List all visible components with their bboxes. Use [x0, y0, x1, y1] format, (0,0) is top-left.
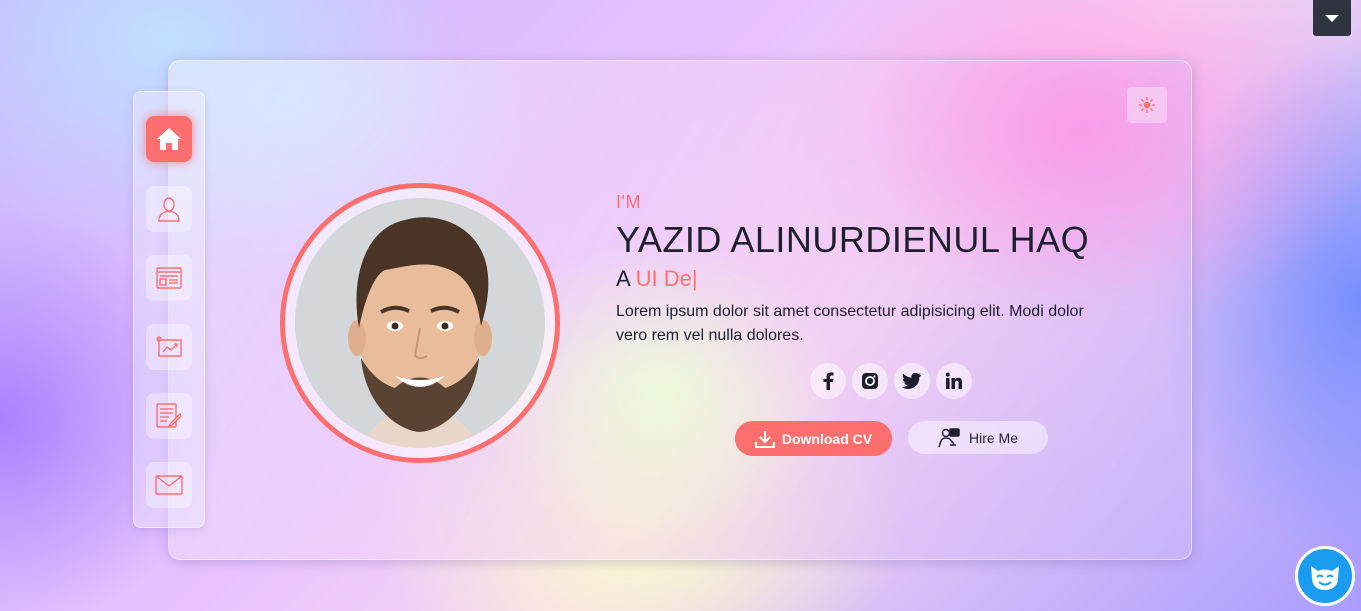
- chat-widget-button[interactable]: [1295, 546, 1355, 606]
- linkedin-link[interactable]: [936, 363, 972, 399]
- user-icon: [158, 197, 180, 222]
- facebook-link[interactable]: [810, 363, 846, 399]
- linkedin-icon: [945, 372, 962, 389]
- mail-icon: [155, 475, 183, 495]
- twitter-icon: [902, 372, 922, 389]
- facebook-icon: [823, 372, 834, 390]
- sidebar-item-about[interactable]: [146, 186, 192, 232]
- home-icon: [157, 128, 181, 150]
- cat-mascot-icon: [1311, 566, 1339, 590]
- download-icon: [754, 430, 775, 448]
- profile-photo-frame: [280, 183, 560, 463]
- sidebar-item-blog[interactable]: [146, 393, 192, 439]
- social-links: [810, 363, 972, 399]
- hire-person-icon: [938, 427, 960, 447]
- document-edit-icon: [156, 403, 182, 428]
- download-cv-button[interactable]: Download CV: [735, 421, 892, 456]
- sidebar-item-portfolio[interactable]: [146, 324, 192, 370]
- download-cv-label: Download CV: [781, 430, 873, 447]
- typing-caret: |: [691, 266, 698, 291]
- chart-icon: [156, 336, 182, 357]
- hero-description: Lorem ipsum dolor sit amet consectetur a…: [616, 303, 1084, 344]
- twitter-link[interactable]: [894, 363, 930, 399]
- role-typed-text: UI De: [635, 266, 692, 291]
- profile-photo: [295, 198, 545, 448]
- greeting-text: I'M: [616, 192, 641, 212]
- sidebar-item-contact[interactable]: [146, 462, 192, 508]
- hire-me-button[interactable]: Hire Me: [908, 421, 1048, 454]
- caret-down-icon: [1325, 14, 1339, 22]
- instagram-icon: [862, 373, 878, 389]
- role-prefix: A: [616, 266, 630, 291]
- hero-intro: I'M YAZID ALINURDIENUL HAQ A UI De| Lore…: [616, 190, 1136, 348]
- sidebar-item-resume[interactable]: [146, 255, 192, 301]
- top-dropdown-toggle[interactable]: [1313, 0, 1351, 36]
- sun-icon: [1139, 97, 1155, 113]
- hero-name: YAZID ALINURDIENUL HAQ: [616, 219, 1090, 260]
- sidebar-nav: [133, 91, 205, 528]
- instagram-link[interactable]: [852, 363, 888, 399]
- id-card-icon: [156, 267, 182, 289]
- hire-me-label: Hire Me: [968, 429, 1018, 446]
- sidebar-item-home[interactable]: [146, 116, 192, 162]
- theme-toggle-button[interactable]: [1127, 87, 1167, 123]
- hero-role: A UI De|: [616, 264, 1136, 294]
